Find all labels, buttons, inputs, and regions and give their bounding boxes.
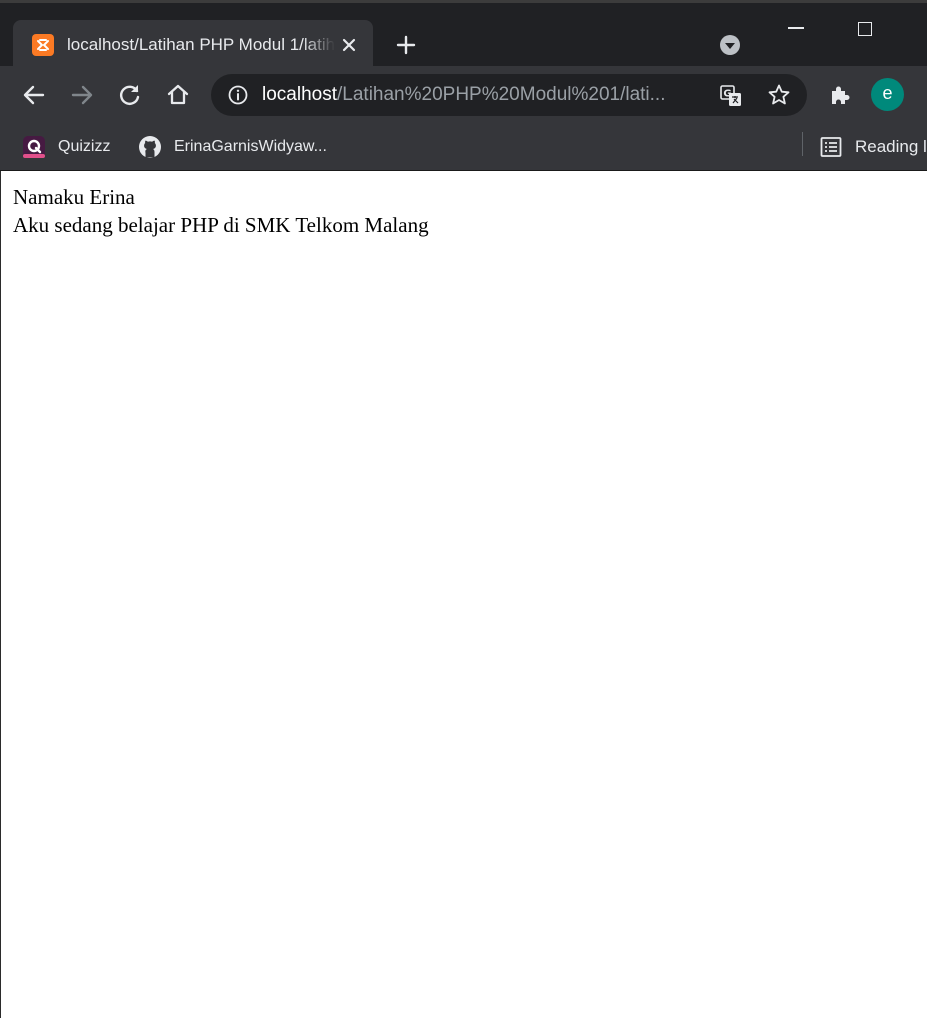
browser-tab[interactable]: localhost/Latihan PHP Modul 1/latihan1.p… bbox=[13, 20, 373, 69]
minimize-button[interactable] bbox=[788, 27, 804, 29]
url-host: localhost bbox=[262, 84, 337, 105]
toolbar: localhost/Latihan%20PHP%20Modul%201/lati… bbox=[0, 66, 927, 124]
github-icon bbox=[138, 135, 162, 159]
bookmark-star-icon[interactable] bbox=[767, 83, 791, 107]
title-bar: localhost/Latihan PHP Modul 1/latihan1.p… bbox=[0, 0, 927, 69]
intro-line: Namaku Erina bbox=[13, 185, 135, 209]
bookmark-label: ErinaGarnisWidyaw... bbox=[174, 138, 327, 155]
bookmarks-separator bbox=[802, 132, 803, 156]
back-arrow-icon[interactable] bbox=[21, 82, 47, 108]
profile-avatar[interactable]: e bbox=[871, 78, 904, 111]
page-viewport: Namaku Erina Aku sedang belajar PHP di S… bbox=[0, 171, 927, 1018]
forward-arrow-icon[interactable] bbox=[69, 82, 95, 108]
bookmarks-bar: Quizizz ErinaGarnisWidyaw... Reading lis… bbox=[0, 124, 927, 170]
maximize-button[interactable] bbox=[858, 22, 872, 36]
tab-title: localhost/Latihan PHP Modul 1/latihan1.p… bbox=[67, 35, 335, 54]
bookmark-github[interactable]: ErinaGarnisWidyaw... bbox=[138, 132, 327, 162]
close-tab-icon[interactable] bbox=[338, 34, 360, 56]
site-info-icon[interactable] bbox=[227, 84, 249, 106]
tab-search-icon[interactable] bbox=[718, 33, 742, 57]
extensions-puzzle-icon[interactable] bbox=[827, 82, 853, 108]
quizizz-icon bbox=[22, 135, 46, 159]
home-icon[interactable] bbox=[165, 82, 191, 108]
reading-list-button[interactable]: Reading list bbox=[819, 132, 927, 162]
page-content: Namaku Erina Aku sedang belajar PHP di S… bbox=[13, 183, 429, 239]
browser-chrome: localhost/Latihan PHP Modul 1/latihan1.p… bbox=[0, 0, 927, 171]
xampp-icon bbox=[32, 34, 54, 56]
url-text[interactable]: localhost/Latihan%20PHP%20Modul%201/lati… bbox=[262, 82, 712, 108]
reading-list-icon bbox=[819, 135, 843, 159]
address-bar[interactable]: localhost/Latihan%20PHP%20Modul%201/lati… bbox=[211, 74, 807, 116]
translate-icon[interactable]: G bbox=[719, 84, 743, 108]
reading-list-label: Reading list bbox=[855, 137, 927, 156]
study-line: Aku sedang belajar PHP di SMK Telkom Mal… bbox=[13, 213, 429, 237]
bookmark-quizizz[interactable]: Quizizz bbox=[22, 132, 110, 162]
bookmark-label: Quizizz bbox=[58, 138, 111, 155]
reload-icon[interactable] bbox=[117, 82, 143, 108]
url-path: /Latihan%20PHP%20Modul%201/lati... bbox=[337, 84, 666, 105]
new-tab-icon[interactable] bbox=[393, 32, 419, 58]
